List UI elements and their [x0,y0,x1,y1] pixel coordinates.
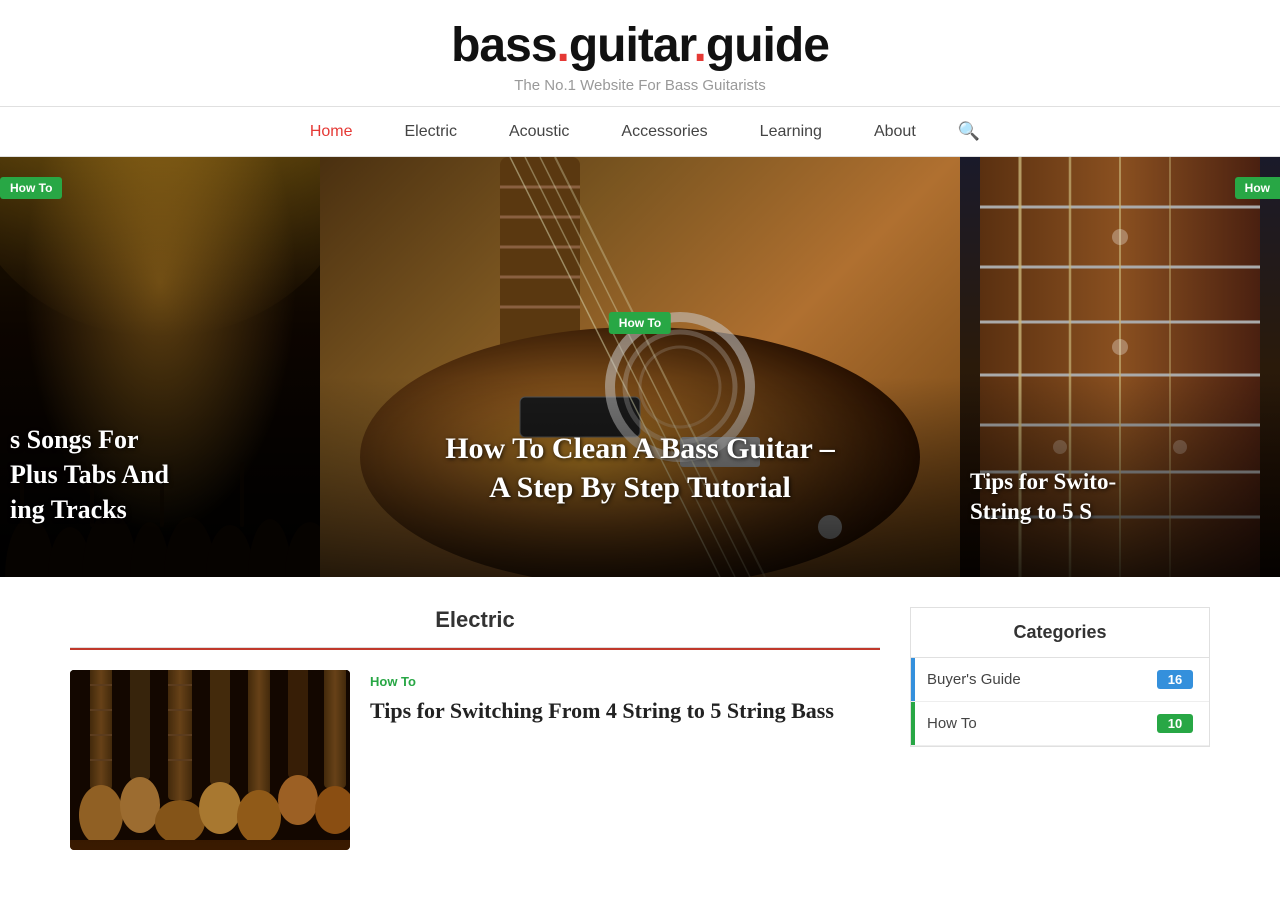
nav-item-accessories[interactable]: Accessories [595,109,733,155]
nav-item-acoustic[interactable]: Acoustic [483,109,595,155]
site-logo[interactable]: bass.guitar.guide [0,18,1280,73]
search-icon[interactable]: 🔍 [942,107,996,156]
article-info: How To Tips for Switching From 4 String … [370,670,880,850]
hero-title-left: s Songs ForPlus Tabs Anding Tracks [0,422,320,527]
hero-slide-left[interactable]: How To s Songs ForPlus Tabs Anding Track… [0,157,320,577]
nav-item-home[interactable]: Home [284,109,379,155]
site-tagline: The No.1 Website For Bass Guitarists [0,77,1280,94]
categories-title: Categories [911,608,1209,658]
title-bass: bass [451,19,556,72]
article-title[interactable]: Tips for Switching From 4 String to 5 St… [370,697,880,726]
nav-item-learning[interactable]: Learning [734,109,848,155]
hero-slide-right[interactable]: How Tips for Swito-String to 5 S [960,157,1280,577]
content-area: Electric [70,607,910,870]
article-category[interactable]: How To [370,674,880,689]
hero-slide-center[interactable]: How To How To Clean A Bass Guitar –A Ste… [320,157,960,577]
title-guitar: guitar [569,19,694,72]
hero-title-center: How To Clean A Bass Guitar –A Step By St… [320,429,960,507]
category-count-buyers-guide: 16 [1157,670,1193,689]
category-row-buyers-guide[interactable]: Buyer's Guide 16 [911,658,1209,702]
nav-item-about[interactable]: About [848,109,942,155]
article-card: How To Tips for Switching From 4 String … [70,670,880,850]
dot2: . [694,19,706,72]
dot1: . [557,19,569,72]
nav-item-electric[interactable]: Electric [379,109,483,155]
category-label-buyers-guide: Buyer's Guide [927,671,1021,688]
sidebar: Categories Buyer's Guide 16 How To 10 [910,607,1210,870]
categories-widget: Categories Buyer's Guide 16 How To 10 [910,607,1210,747]
title-guide: guide [706,19,829,72]
hero-title-right: Tips for Swito-String to 5 S [970,467,1280,527]
main-nav: Home Electric Acoustic Accessories Learn… [0,106,1280,157]
category-label-how-to: How To [927,715,977,732]
category-count-how-to: 10 [1157,714,1193,733]
hero-badge-right: How [1235,177,1280,199]
guitar-rack-illustration [70,670,350,840]
electric-section: Electric [70,607,880,850]
hero-badge-left: How To [0,177,62,199]
hero-badge-center: How To [609,312,671,334]
electric-section-heading: Electric [70,607,880,650]
article-thumb [70,670,350,850]
category-row-how-to[interactable]: How To 10 [911,702,1209,746]
main-content: Electric [0,577,1280,900]
hero-slider: How To s Songs ForPlus Tabs Anding Track… [0,157,1280,577]
site-header: bass.guitar.guide The No.1 Website For B… [0,0,1280,106]
